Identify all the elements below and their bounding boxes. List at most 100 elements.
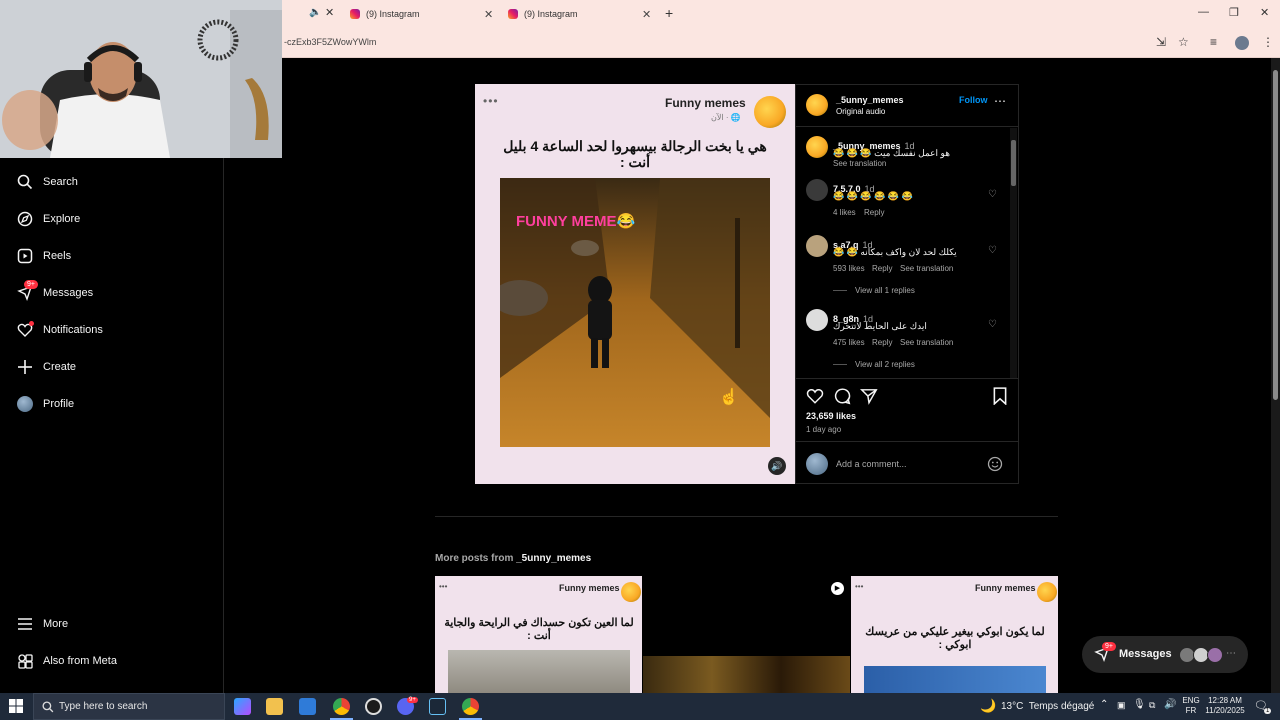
- sidebar-item-notifications[interactable]: Notifications: [16, 320, 103, 340]
- save-bookmark-icon[interactable]: [992, 387, 1008, 410]
- view-replies-link[interactable]: View all 1 replies: [855, 286, 915, 295]
- add-comment-input[interactable]: Add a comment...: [836, 459, 907, 469]
- sidebar-item-explore[interactable]: Explore: [16, 209, 80, 229]
- messages-floating-button[interactable]: 9+ Messages ⋯: [1082, 636, 1248, 673]
- more-post-thumb[interactable]: ••• Funny memes لما العين تكون حسداك في …: [435, 576, 642, 693]
- more-posts-heading: More posts from _5unny_memes: [435, 553, 591, 564]
- see-translation-link[interactable]: See translation: [833, 159, 886, 168]
- see-translation-link[interactable]: See translation: [900, 264, 953, 273]
- chrome-icon[interactable]: [333, 698, 350, 715]
- tab-title: (9) Instagram: [524, 9, 578, 19]
- bookmark-star-icon[interactable]: ☆: [1178, 35, 1189, 49]
- reading-list-icon[interactable]: ≡: [1210, 35, 1217, 49]
- share-send-icon[interactable]: [859, 387, 878, 410]
- commenter-avatar[interactable]: [806, 179, 828, 201]
- like-heart-icon[interactable]: [806, 387, 824, 410]
- steam-icon[interactable]: [429, 698, 446, 715]
- post-media[interactable]: ••• Funny memes الآن · 🌐 هي يا بخت الرجا…: [475, 84, 795, 484]
- comment-likes[interactable]: 593 likes: [833, 264, 865, 273]
- author-username[interactable]: _5unny_memes: [836, 95, 904, 105]
- address-bar[interactable]: -czExb3F5ZWowYWlm ⇲ ☆ ≡ ⋮: [282, 28, 1280, 58]
- profile-avatar[interactable]: [1235, 36, 1249, 50]
- browser-tab[interactable]: (9) Instagram ✕: [350, 3, 495, 25]
- reply-link[interactable]: Reply: [872, 264, 892, 273]
- see-translation-link[interactable]: See translation: [900, 338, 953, 347]
- maximize-button[interactable]: ❐: [1229, 6, 1239, 19]
- sidebar-item-label: Reels: [43, 250, 72, 262]
- url-text[interactable]: -czExb3F5ZWowYWlm: [284, 37, 376, 47]
- minimize-button[interactable]: —: [1198, 6, 1209, 18]
- install-app-icon[interactable]: ⇲: [1156, 35, 1166, 49]
- volume-icon[interactable]: 🔊: [1164, 699, 1176, 710]
- comment-likes[interactable]: 4 likes: [833, 208, 856, 217]
- comment-bubble-icon[interactable]: [833, 387, 851, 410]
- audio-icon[interactable]: 🔈: [309, 7, 321, 18]
- sidebar-item-create[interactable]: Create: [16, 357, 76, 377]
- messenger-icon: 9+: [16, 280, 38, 302]
- commenter-avatar[interactable]: [806, 235, 828, 257]
- reply-link[interactable]: Reply: [864, 208, 884, 217]
- sidebar-also-from-meta[interactable]: Also from Meta: [16, 651, 117, 671]
- comment-likes[interactable]: 475 likes: [833, 338, 865, 347]
- windows-start-icon[interactable]: [9, 699, 23, 718]
- microsoft-store-icon[interactable]: [299, 698, 316, 715]
- author-avatar[interactable]: [806, 94, 828, 116]
- more-posts-user[interactable]: _5unny_memes: [516, 553, 591, 564]
- weather-text[interactable]: 13°C Temps dégagé: [1001, 701, 1094, 712]
- sidebar-item-label: Messages: [43, 287, 94, 299]
- close-tab-icon[interactable]: ✕: [642, 8, 651, 21]
- sidebar-item-messages[interactable]: 9+ Messages: [16, 280, 94, 303]
- commenter-avatar[interactable]: [806, 309, 828, 331]
- language-indicator[interactable]: ENG FR: [1181, 696, 1201, 716]
- search-icon: [16, 173, 34, 191]
- windows-taskbar: Type here to search 9+ 🌙 13°C Temps déga…: [0, 693, 1280, 720]
- follow-button[interactable]: Follow: [959, 95, 988, 105]
- close-tab-icon[interactable]: ✕: [325, 6, 334, 19]
- post-options-icon[interactable]: ⋯: [994, 94, 1006, 108]
- mute-button[interactable]: 🔊: [768, 457, 786, 475]
- taskbar-search-box[interactable]: Type here to search: [33, 693, 225, 720]
- obs-icon[interactable]: [365, 698, 382, 715]
- comments-scrollbar[interactable]: [1010, 128, 1017, 378]
- clock[interactable]: 12:28 AM 11/20/2025: [1203, 696, 1247, 716]
- weather-moon-icon[interactable]: 🌙: [980, 698, 996, 714]
- sidebar-more[interactable]: More: [16, 614, 68, 634]
- new-tab-button[interactable]: +: [665, 5, 673, 21]
- view-replies-link[interactable]: View all 2 replies: [855, 360, 915, 369]
- avatar: [16, 395, 34, 413]
- page-scrollbar[interactable]: [1271, 58, 1280, 693]
- like-comment-icon[interactable]: ♡: [988, 319, 997, 330]
- comment-text: 😂 😂 😂 😂 😂 😂: [833, 191, 913, 201]
- microphone-icon[interactable]: 🎙: [1133, 699, 1146, 710]
- like-comment-icon[interactable]: ♡: [988, 189, 997, 200]
- likes-count[interactable]: 23,659 likes: [806, 411, 856, 421]
- close-window-button[interactable]: ✕: [1260, 6, 1269, 19]
- comment-text: ايدك على الحايط لاتتحرك: [833, 321, 927, 331]
- sidebar-item-reels[interactable]: Reels: [16, 246, 71, 266]
- menu-dots-icon[interactable]: ⋮: [1262, 35, 1274, 49]
- chrome-profile-icon[interactable]: [462, 698, 479, 715]
- reply-link[interactable]: Reply: [872, 338, 892, 347]
- sidebar-item-search[interactable]: Search: [16, 172, 78, 192]
- more-post-thumb[interactable]: ▶: [643, 576, 850, 693]
- scrollbar-thumb[interactable]: [1273, 70, 1278, 400]
- messages-label: Messages: [1119, 648, 1172, 660]
- like-comment-icon[interactable]: ♡: [988, 245, 997, 256]
- sidebar-item-label: Also from Meta: [43, 655, 117, 667]
- tray-app-icon[interactable]: ▣: [1117, 700, 1126, 711]
- meme-page-name: Funny memes: [559, 583, 620, 593]
- comments-list[interactable]: _5unny_memes 1d هو اعمل نفسك ميت 😂 😂 😂 Se…: [796, 128, 1010, 378]
- more-post-thumb[interactable]: ••• Funny memes لما يكون ابوكي بيغير علي…: [851, 576, 1058, 693]
- copilot-icon[interactable]: [234, 698, 251, 715]
- messages-badge: 9+: [24, 280, 38, 289]
- close-tab-icon[interactable]: ✕: [484, 8, 493, 21]
- emoji-icon[interactable]: [987, 456, 1003, 477]
- commenter-avatar[interactable]: [806, 136, 828, 158]
- file-explorer-icon[interactable]: [266, 698, 283, 715]
- original-audio-link[interactable]: Original audio: [836, 107, 885, 116]
- network-icon[interactable]: ⧉: [1149, 700, 1155, 711]
- chevron-up-icon[interactable]: ⌃: [1100, 699, 1108, 710]
- sidebar-item-label: More: [43, 618, 69, 630]
- browser-tab[interactable]: (9) Instagram ✕: [508, 3, 653, 25]
- sidebar-item-profile[interactable]: Profile: [16, 394, 74, 414]
